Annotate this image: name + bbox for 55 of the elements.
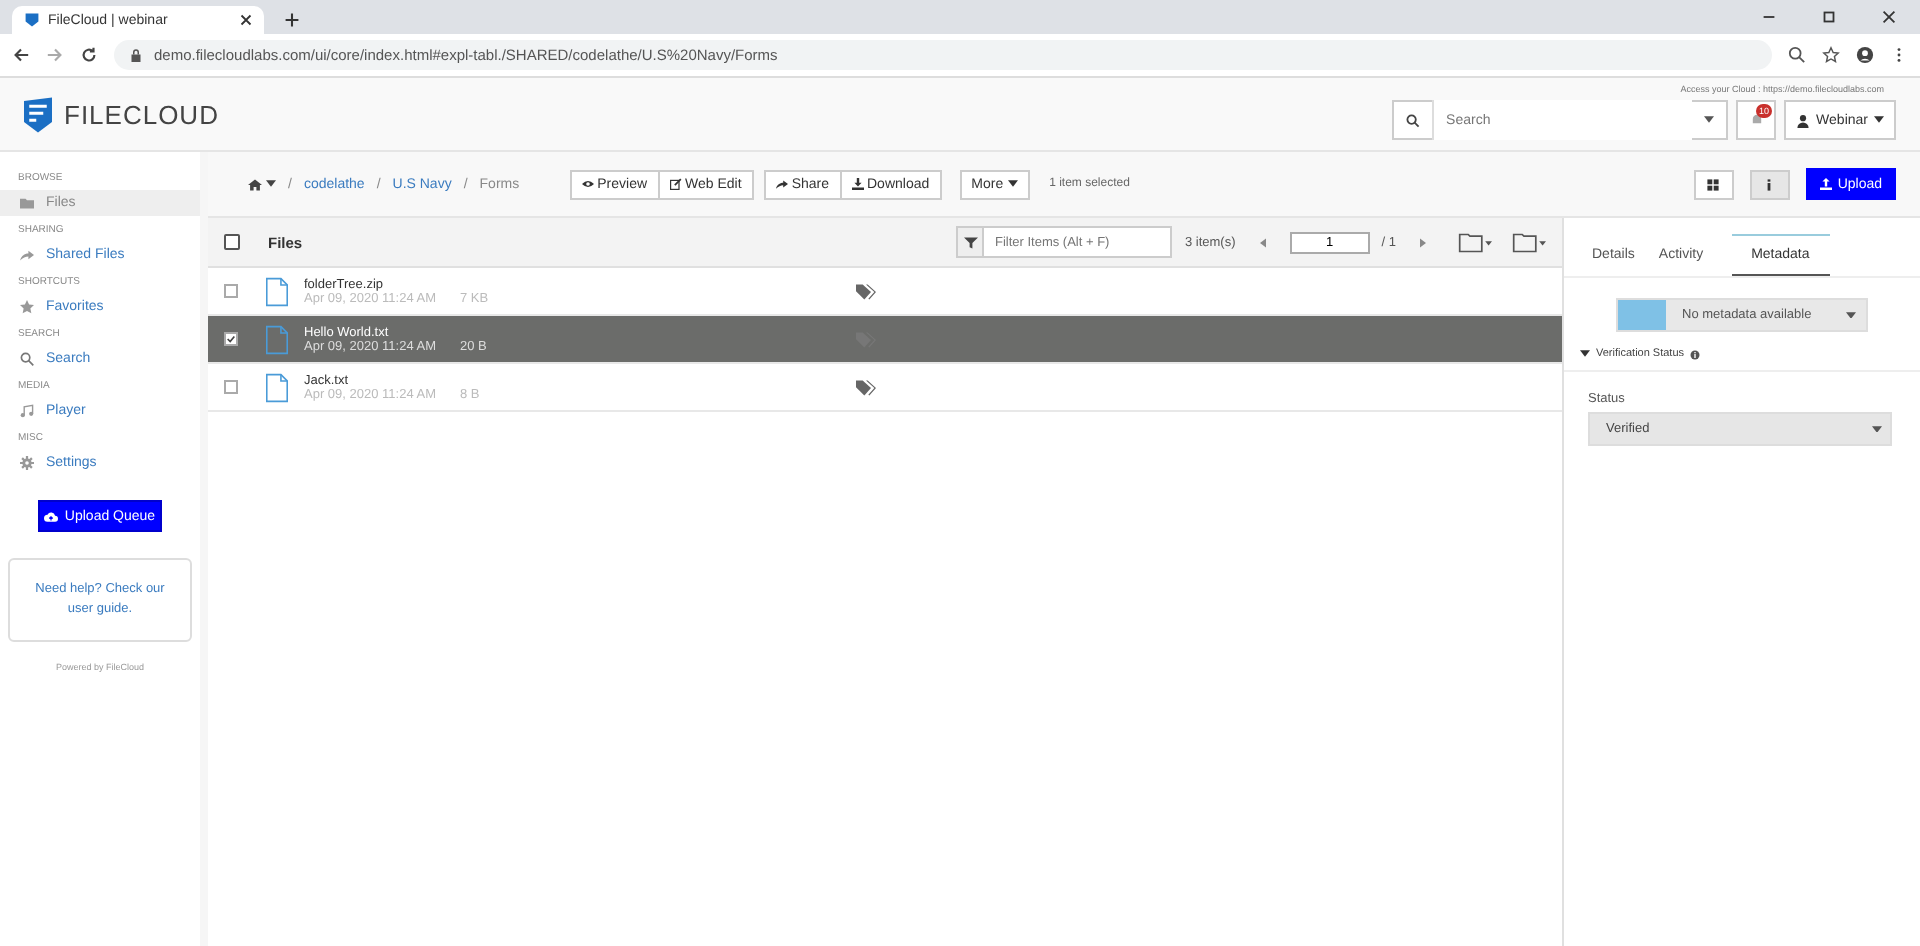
share-icon — [20, 248, 34, 262]
zoom-icon[interactable] — [1788, 46, 1806, 64]
music-icon — [20, 404, 34, 418]
file-icon — [266, 371, 288, 403]
caret-icon — [1007, 180, 1018, 188]
shield-icon — [24, 12, 40, 28]
info-icon — [1690, 349, 1701, 359]
caret-icon — [1874, 116, 1884, 124]
logo-text: FILECLOUD — [64, 99, 219, 129]
file-icon — [266, 323, 288, 355]
back-icon[interactable] — [12, 46, 30, 64]
lock-icon — [130, 47, 142, 63]
filter-icon — [963, 235, 978, 249]
next-page-icon[interactable] — [1420, 237, 1426, 247]
eye-icon — [581, 178, 594, 190]
reload-icon[interactable] — [80, 46, 98, 64]
caret-icon — [1872, 425, 1882, 433]
profile-icon[interactable] — [1856, 46, 1874, 64]
new-tab-icon[interactable] — [284, 12, 300, 28]
bell-icon — [1749, 111, 1764, 125]
close-icon[interactable] — [240, 14, 252, 26]
home-icon — [248, 177, 262, 191]
search-icon — [20, 352, 34, 366]
grid-view-button[interactable] — [1693, 169, 1734, 199]
upload-icon — [1819, 178, 1832, 190]
row-checkbox[interactable] — [224, 380, 238, 394]
caret-icon — [1846, 311, 1856, 319]
search-icon — [1406, 113, 1421, 127]
folder-icon[interactable] — [1512, 231, 1546, 253]
cloud-upload-icon — [44, 509, 59, 523]
caret-icon — [266, 180, 276, 188]
logo-icon — [24, 95, 52, 133]
file-icon — [266, 275, 288, 307]
close-icon[interactable] — [1880, 8, 1898, 26]
grid-icon — [1706, 177, 1721, 191]
star-icon[interactable] — [1822, 46, 1840, 64]
download-icon — [851, 178, 863, 190]
restore-icon[interactable] — [1820, 8, 1838, 26]
folder-icon[interactable] — [1458, 231, 1492, 253]
row-checkbox[interactable] — [224, 332, 238, 346]
collapse-icon[interactable] — [1580, 350, 1590, 358]
edit-icon — [669, 178, 682, 190]
tags-icon[interactable] — [856, 283, 876, 299]
share-icon — [775, 178, 788, 190]
gear-icon — [20, 456, 34, 470]
star-icon — [20, 300, 34, 314]
folder-icon — [20, 196, 34, 210]
home-button[interactable] — [248, 177, 276, 191]
filter-button[interactable] — [956, 226, 985, 258]
select-all-checkbox[interactable] — [224, 234, 240, 250]
caret-icon — [1704, 116, 1715, 124]
row-checkbox[interactable] — [224, 284, 238, 298]
user-icon — [1796, 113, 1811, 127]
tags-icon[interactable] — [856, 379, 876, 395]
previous-page-icon[interactable] — [1259, 237, 1266, 247]
